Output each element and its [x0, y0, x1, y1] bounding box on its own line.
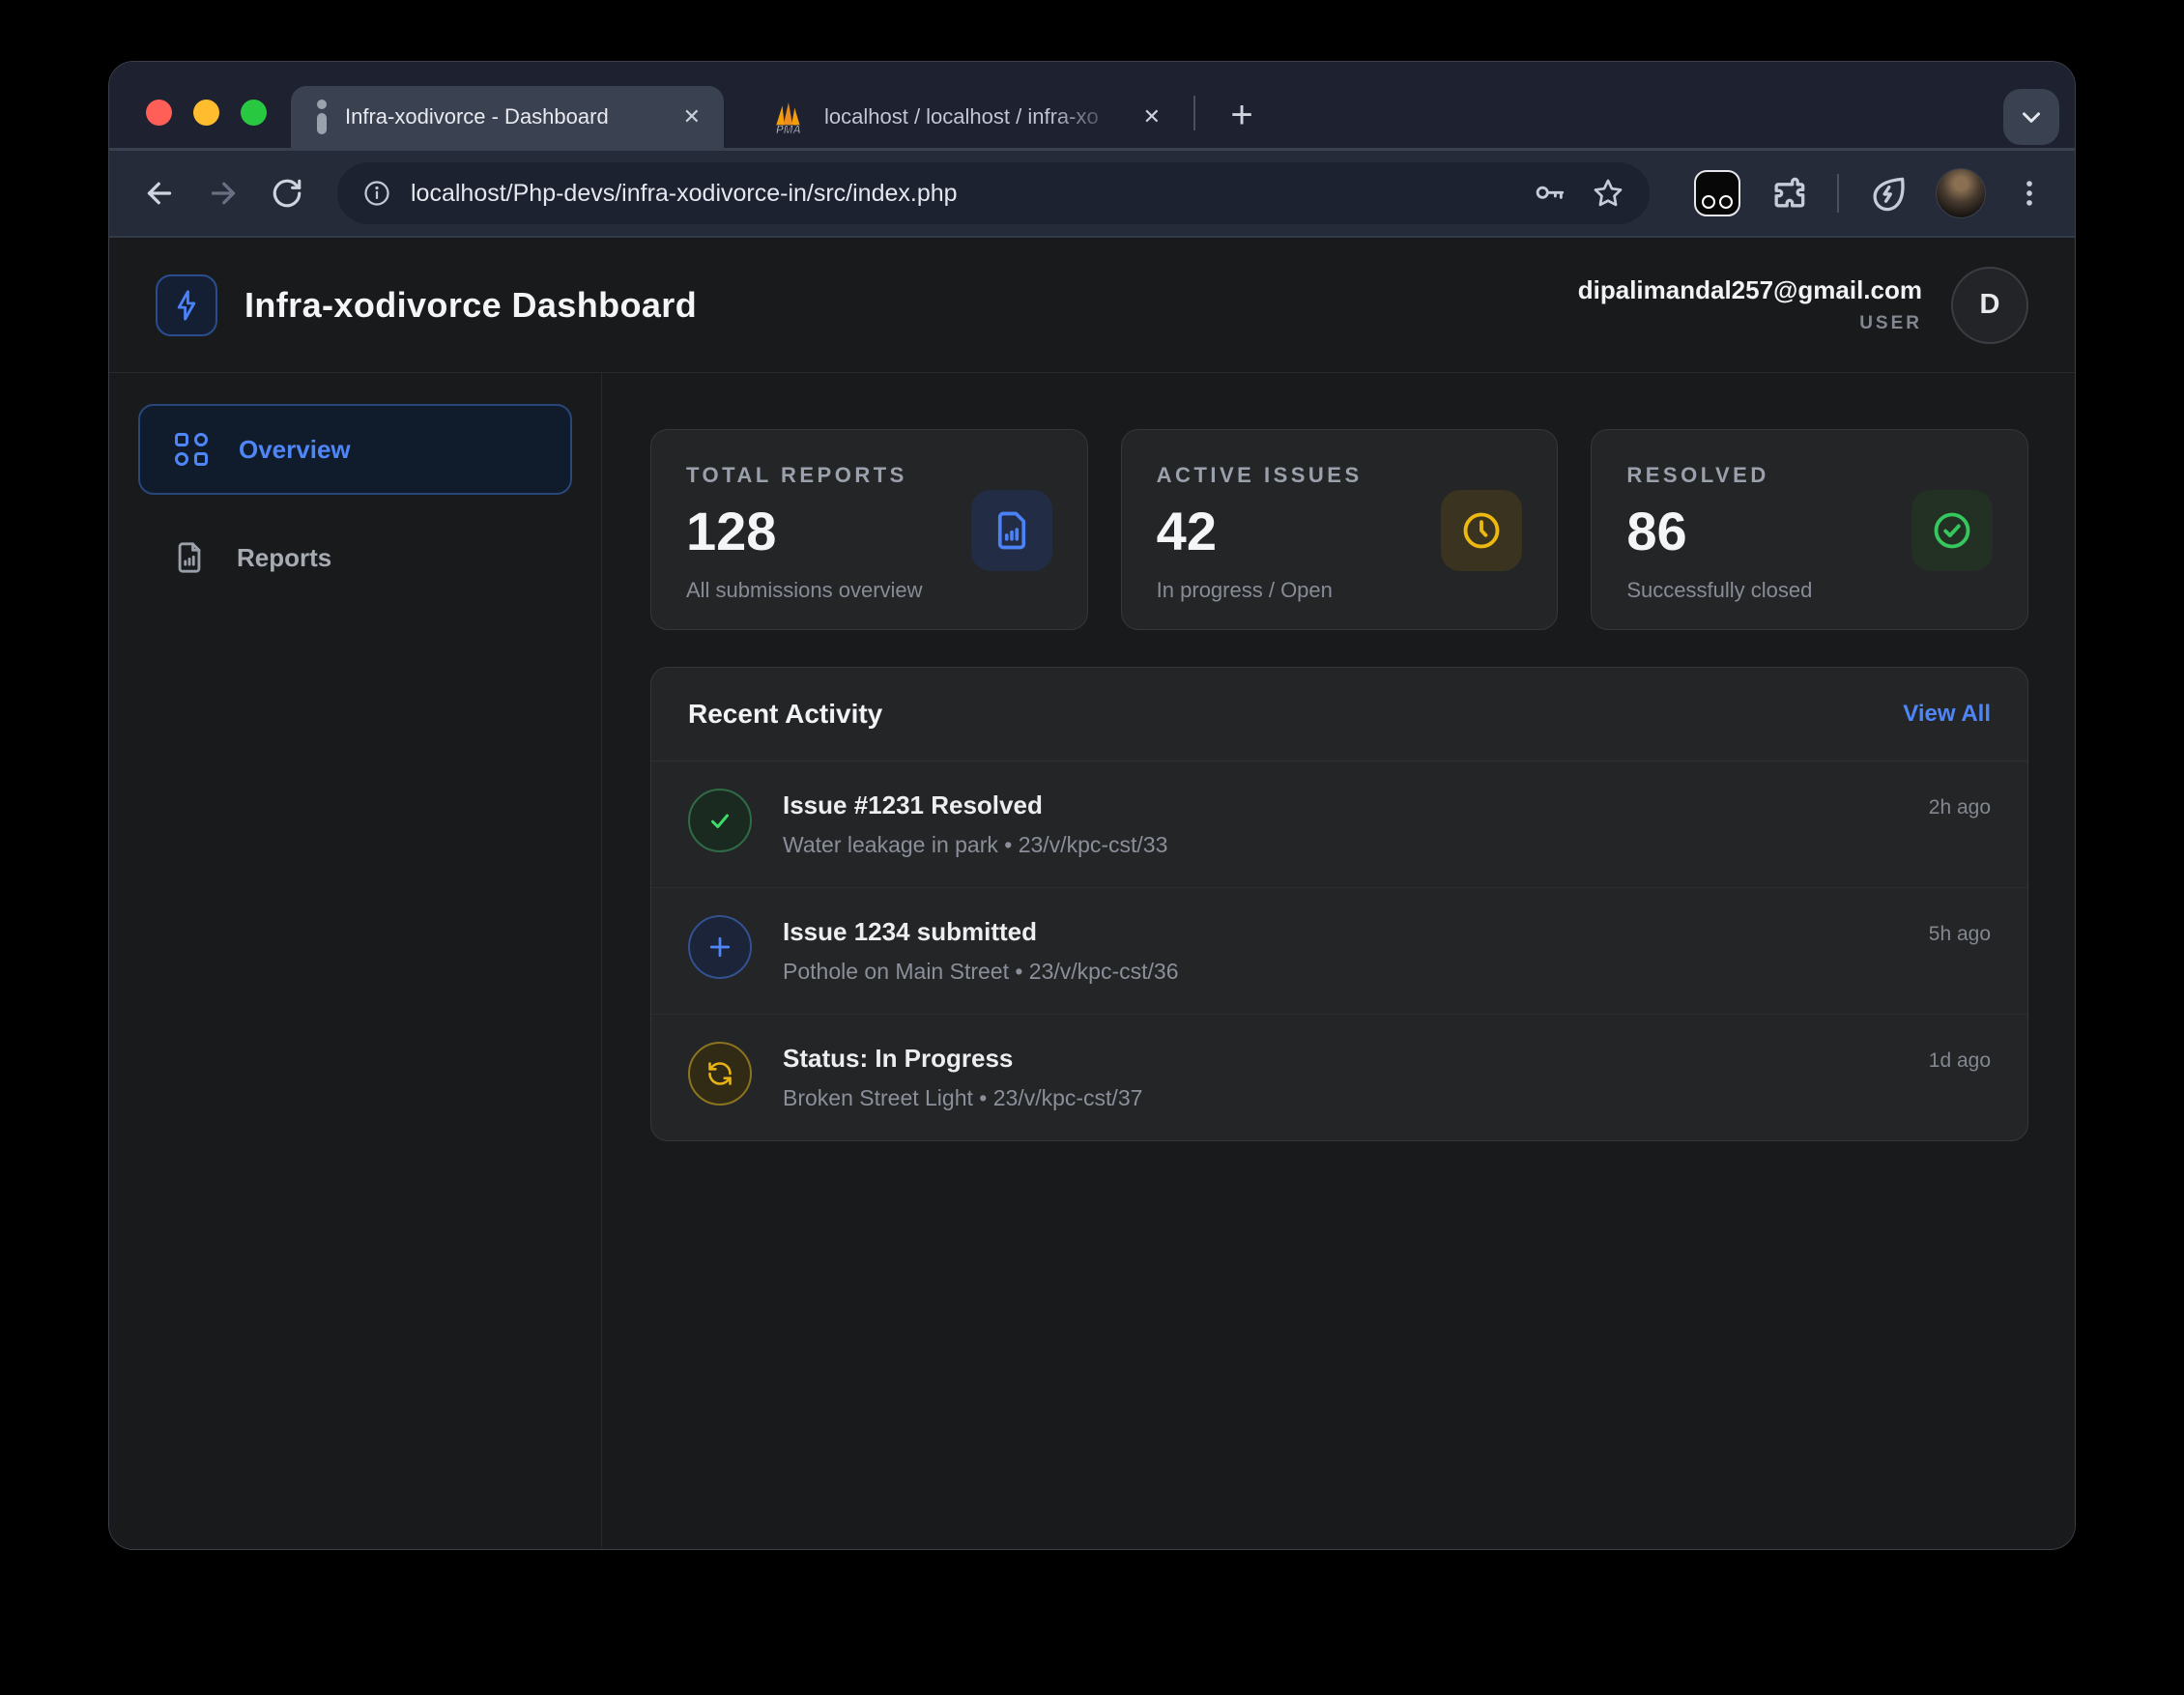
custom-extension-button[interactable]: [1694, 170, 1740, 216]
tab-phpmyadmin-label: localhost / localhost / infra-xo: [824, 104, 1128, 129]
recent-activity-panel: Recent Activity View All Issue #1231 Res…: [650, 667, 2028, 1141]
browser-window: Infra-xodivorce - Dashboard ✕ PMA localh…: [108, 61, 2076, 1550]
user-avatar[interactable]: D: [1951, 267, 2028, 344]
stat-cards: TOTAL REPORTS 128 All submissions overvi…: [650, 429, 2028, 630]
stat-card-resolved: RESOLVED 86 Successfully closed: [1591, 429, 2028, 630]
activity-subtitle: Broken Street Light • 23/v/kpc-cst/37: [783, 1085, 1142, 1111]
tab-dashboard-label: Infra-xodivorce - Dashboard: [345, 104, 668, 129]
stat-label: RESOLVED: [1626, 463, 1993, 488]
activity-row[interactable]: Status: In Progress Broken Street Light …: [651, 1015, 2027, 1140]
browser-toolbar: localhost/Php-devs/infra-xodivorce-in/sr…: [109, 148, 2075, 238]
check-circle-icon: [1931, 509, 1973, 552]
tab-separator: [1193, 96, 1195, 130]
grid-icon: [175, 433, 208, 466]
traffic-lights: [146, 100, 267, 126]
close-icon[interactable]: ✕: [1143, 104, 1161, 129]
stat-label: TOTAL REPORTS: [686, 463, 1052, 488]
password-manager-button[interactable]: [1534, 177, 1566, 210]
energy-leaf-icon: [1866, 172, 1909, 215]
address-bar[interactable]: localhost/Php-devs/infra-xodivorce-in/sr…: [337, 162, 1650, 224]
activity-title: Issue #1231 Resolved: [783, 790, 1167, 820]
sidebar-item-label: Overview: [239, 435, 351, 465]
refresh-icon: [688, 1042, 752, 1106]
sidebar-item-label: Reports: [237, 543, 331, 573]
key-icon: [1534, 177, 1566, 210]
kebab-menu-icon: [2013, 177, 2046, 210]
stat-icon-box: [1441, 490, 1522, 571]
sidebar-item-overview[interactable]: Overview: [138, 404, 572, 495]
activity-subtitle: Water leakage in park • 23/v/kpc-cst/33: [783, 832, 1167, 858]
dashboard-page: Infra-xodivorce Dashboard dipalimandal25…: [109, 238, 2075, 1550]
activity-time: 5h ago: [1929, 915, 1991, 946]
user-email: dipalimandal257@gmail.com: [1578, 275, 1922, 305]
maximize-window-icon[interactable]: [241, 100, 267, 126]
user-role-badge: USER: [1578, 313, 1922, 334]
minimize-window-icon[interactable]: [193, 100, 219, 126]
extensions-button[interactable]: [1767, 172, 1810, 215]
activity-title: Status: In Progress: [783, 1044, 1142, 1074]
activity-row[interactable]: Issue #1231 Resolved Water leakage in pa…: [651, 761, 2027, 888]
svg-text:PMA: PMA: [776, 124, 801, 134]
sidebar-item-reports[interactable]: Reports: [138, 512, 572, 603]
new-tab-button[interactable]: +: [1217, 90, 1267, 140]
stat-card-active-issues: ACTIVE ISSUES 42 In progress / Open: [1121, 429, 1559, 630]
back-arrow-icon: [142, 176, 177, 211]
bookmark-button[interactable]: [1592, 177, 1624, 210]
stat-icon-box: [971, 490, 1052, 571]
tab-phpmyadmin[interactable]: PMA localhost / localhost / infra-xo ✕: [747, 86, 1184, 148]
url-text[interactable]: localhost/Php-devs/infra-xodivorce-in/sr…: [411, 180, 1509, 208]
stat-subtext: All submissions overview: [686, 578, 1052, 603]
stat-subtext: In progress / Open: [1157, 578, 1523, 603]
phpmyadmin-icon: PMA: [772, 100, 807, 134]
activity-row[interactable]: Issue 1234 submitted Pothole on Main Str…: [651, 888, 2027, 1015]
info-i-icon: [316, 100, 328, 134]
stat-subtext: Successfully closed: [1626, 578, 1993, 603]
panel-title: Recent Activity: [688, 699, 882, 730]
back-button[interactable]: [138, 172, 181, 215]
app-logo: [156, 274, 217, 336]
activity-time: 2h ago: [1929, 789, 1991, 819]
panel-header: Recent Activity View All: [651, 668, 2027, 761]
stat-label: ACTIVE ISSUES: [1157, 463, 1523, 488]
tab-search-button[interactable]: [2003, 89, 2059, 145]
clock-icon: [1460, 509, 1503, 552]
goggles-extension-icon: [1694, 170, 1740, 216]
stat-card-total-reports: TOTAL REPORTS 128 All submissions overvi…: [650, 429, 1088, 630]
activity-subtitle: Pothole on Main Street • 23/v/kpc-cst/36: [783, 959, 1179, 985]
forward-button[interactable]: [202, 172, 244, 215]
reload-icon: [271, 177, 303, 210]
activity-title: Issue 1234 submitted: [783, 917, 1179, 947]
close-icon[interactable]: ✕: [683, 104, 701, 129]
page-header: Infra-xodivorce Dashboard dipalimandal25…: [109, 238, 2075, 373]
lightning-bolt-icon: [170, 289, 203, 322]
sidebar: Overview Reports: [109, 373, 602, 1550]
page-title: Infra-xodivorce Dashboard: [244, 285, 697, 326]
tab-strip: Infra-xodivorce - Dashboard ✕ PMA localh…: [109, 62, 2075, 148]
puzzle-icon: [1767, 172, 1810, 215]
menu-button[interactable]: [2013, 177, 2046, 210]
chevron-down-icon: [2017, 102, 2046, 131]
user-block: dipalimandal257@gmail.com USER: [1578, 275, 1922, 334]
close-window-icon[interactable]: [146, 100, 172, 126]
main-content: TOTAL REPORTS 128 All submissions overvi…: [602, 373, 2075, 1550]
site-info-icon[interactable]: [362, 179, 391, 208]
plus-icon: [688, 915, 752, 979]
stat-icon-box: [1911, 490, 1993, 571]
file-chart-icon: [173, 541, 206, 574]
view-all-link[interactable]: View All: [1903, 701, 1991, 728]
star-icon: [1592, 177, 1624, 210]
performance-button[interactable]: [1866, 172, 1909, 215]
forward-arrow-icon: [206, 176, 241, 211]
profile-avatar[interactable]: [1936, 168, 1986, 218]
activity-time: 1d ago: [1929, 1042, 1991, 1073]
file-chart-icon: [991, 510, 1032, 551]
check-icon: [688, 789, 752, 852]
reload-button[interactable]: [266, 172, 308, 215]
tab-dashboard[interactable]: Infra-xodivorce - Dashboard ✕: [291, 86, 724, 148]
toolbar-divider: [1837, 174, 1839, 213]
